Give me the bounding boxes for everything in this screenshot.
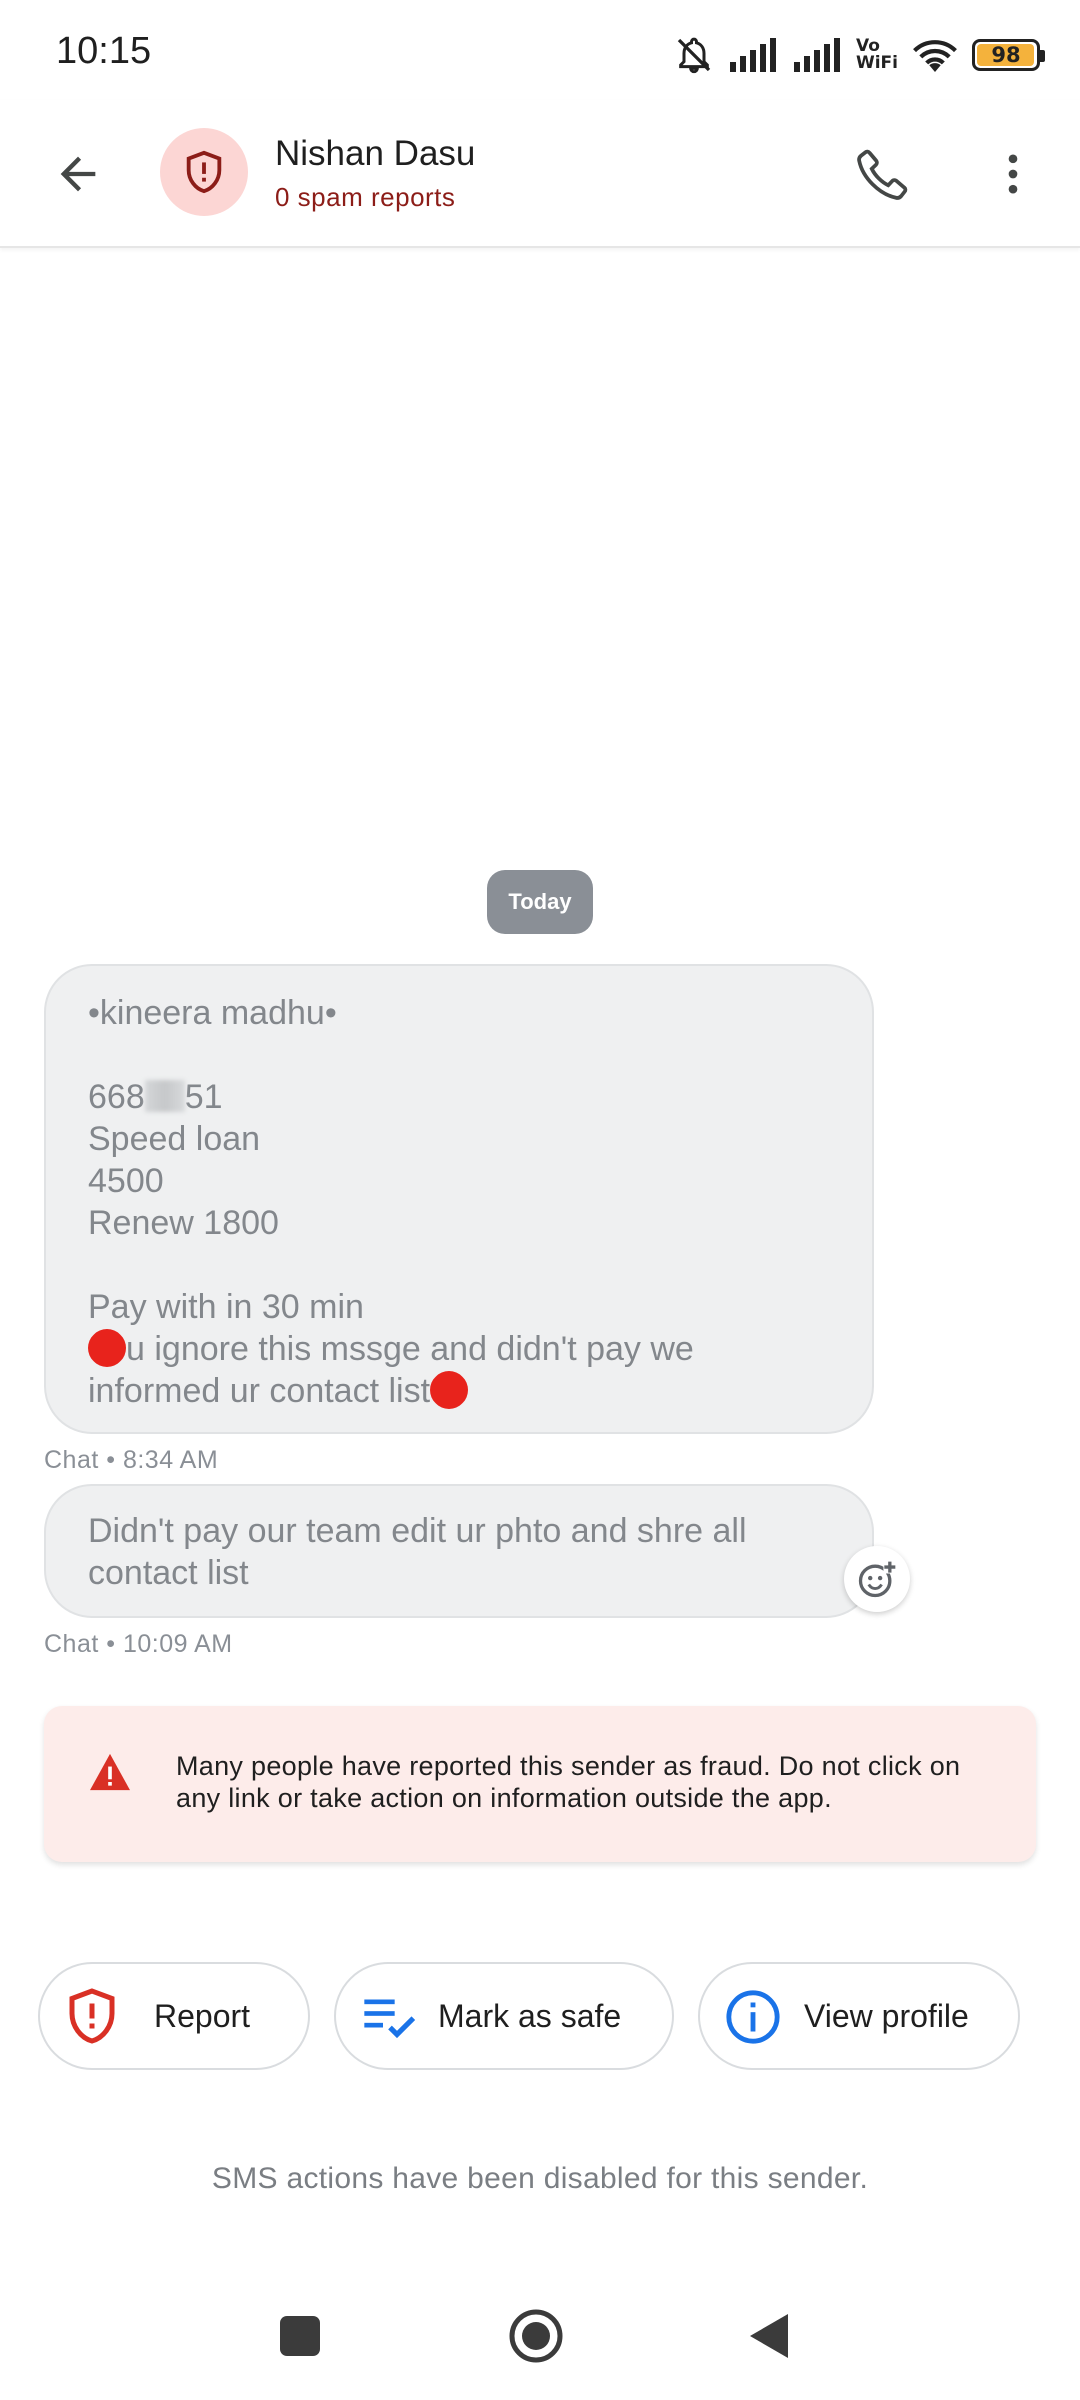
add-reaction-icon	[858, 1560, 897, 1598]
status-time: 10:15	[56, 30, 152, 72]
report-label: Report	[154, 1997, 251, 2034]
message-bubble[interactable]: •kineera madhu• 668 51 Speed loan 4500 Renew…	[44, 964, 874, 1434]
message-line: Renew 1800	[88, 1204, 279, 1242]
mark-as-safe-label: Mark as safe	[438, 1997, 622, 2034]
message-meta: Chat • 8:34 AM	[44, 1446, 219, 1474]
battery-icon: 98	[972, 39, 1045, 71]
info-icon	[726, 1990, 780, 2044]
message-fragment: u ignore this mssge and didn't pay we	[126, 1330, 694, 1368]
home-button[interactable]	[508, 2308, 564, 2364]
call-button[interactable]	[845, 136, 921, 212]
sms-disabled-note: SMS actions have been disabled for this …	[211, 2162, 869, 2195]
signal-icon	[729, 38, 776, 72]
bell-off-icon	[677, 37, 711, 74]
add-reaction-button[interactable]	[844, 1546, 910, 1612]
checklist-icon	[364, 1999, 416, 2039]
back-nav-button[interactable]	[748, 2312, 790, 2360]
back-button[interactable]	[40, 136, 116, 212]
message-line: Speed loan	[88, 1120, 261, 1158]
battery-tip	[1040, 50, 1045, 62]
signal-icon	[793, 38, 840, 72]
report-button[interactable]: Report	[38, 1962, 310, 2070]
message-fragment: 668	[88, 1078, 145, 1116]
mark-as-safe-button[interactable]: Mark as safe	[334, 1962, 674, 2070]
arrow-left-icon	[60, 156, 96, 192]
vowifi-line2: WiFi	[855, 53, 898, 73]
message-line: Pay with in 30 min	[88, 1288, 364, 1326]
more-vert-icon	[1008, 154, 1018, 194]
message-meta: Chat • 10:09 AM	[44, 1630, 233, 1658]
system-nav-bar	[0, 2300, 1080, 2400]
battery-text: 98	[991, 43, 1021, 67]
message-fragment: informed ur contact list	[88, 1372, 431, 1410]
message-line: 4500	[88, 1162, 164, 1200]
view-profile-label: View profile	[804, 1997, 969, 2034]
contact-name[interactable]: Nishan Dasu	[275, 134, 475, 174]
shield-alert-icon	[186, 150, 222, 194]
warning-text: Many people have reported this sender as…	[176, 1751, 961, 1813]
shield-report-icon	[69, 1988, 115, 2044]
warning-triangle-icon	[90, 1753, 130, 1791]
stop-sign-icon	[430, 1371, 469, 1409]
spam-reports: 0 spam reports	[275, 182, 456, 212]
date-chip: Today	[487, 870, 593, 934]
wifi-icon	[913, 40, 957, 73]
message-line: u ignore this mssge and didn't pay we	[88, 1328, 830, 1370]
vowifi-icon: Vo WiFi	[856, 38, 898, 72]
avatar[interactable]	[160, 128, 248, 216]
view-profile-button[interactable]: View profile	[698, 1962, 1020, 2070]
status-bar: 10:15 Vo WiFi 98	[0, 0, 1080, 100]
message-fragment: 51	[184, 1078, 223, 1116]
fraud-warning-banner: Many people have reported this sender as…	[44, 1706, 1036, 1862]
message-line: •kineera madhu•	[88, 994, 337, 1032]
message-bubble[interactable]: Didn't pay our team edit ur phto and shr…	[44, 1484, 874, 1618]
more-options-button[interactable]	[975, 136, 1051, 212]
message-line: informed ur contact list	[88, 1370, 830, 1412]
message-line: 668 51	[88, 1076, 830, 1118]
app-bar: Nishan Dasu 0 spam reports	[0, 100, 1080, 248]
stop-sign-icon	[88, 1329, 126, 1367]
recents-button[interactable]	[280, 2316, 320, 2356]
status-icons: Vo WiFi 98	[674, 30, 1045, 80]
phone-icon	[857, 149, 908, 200]
redacted-digit	[144, 1080, 185, 1112]
